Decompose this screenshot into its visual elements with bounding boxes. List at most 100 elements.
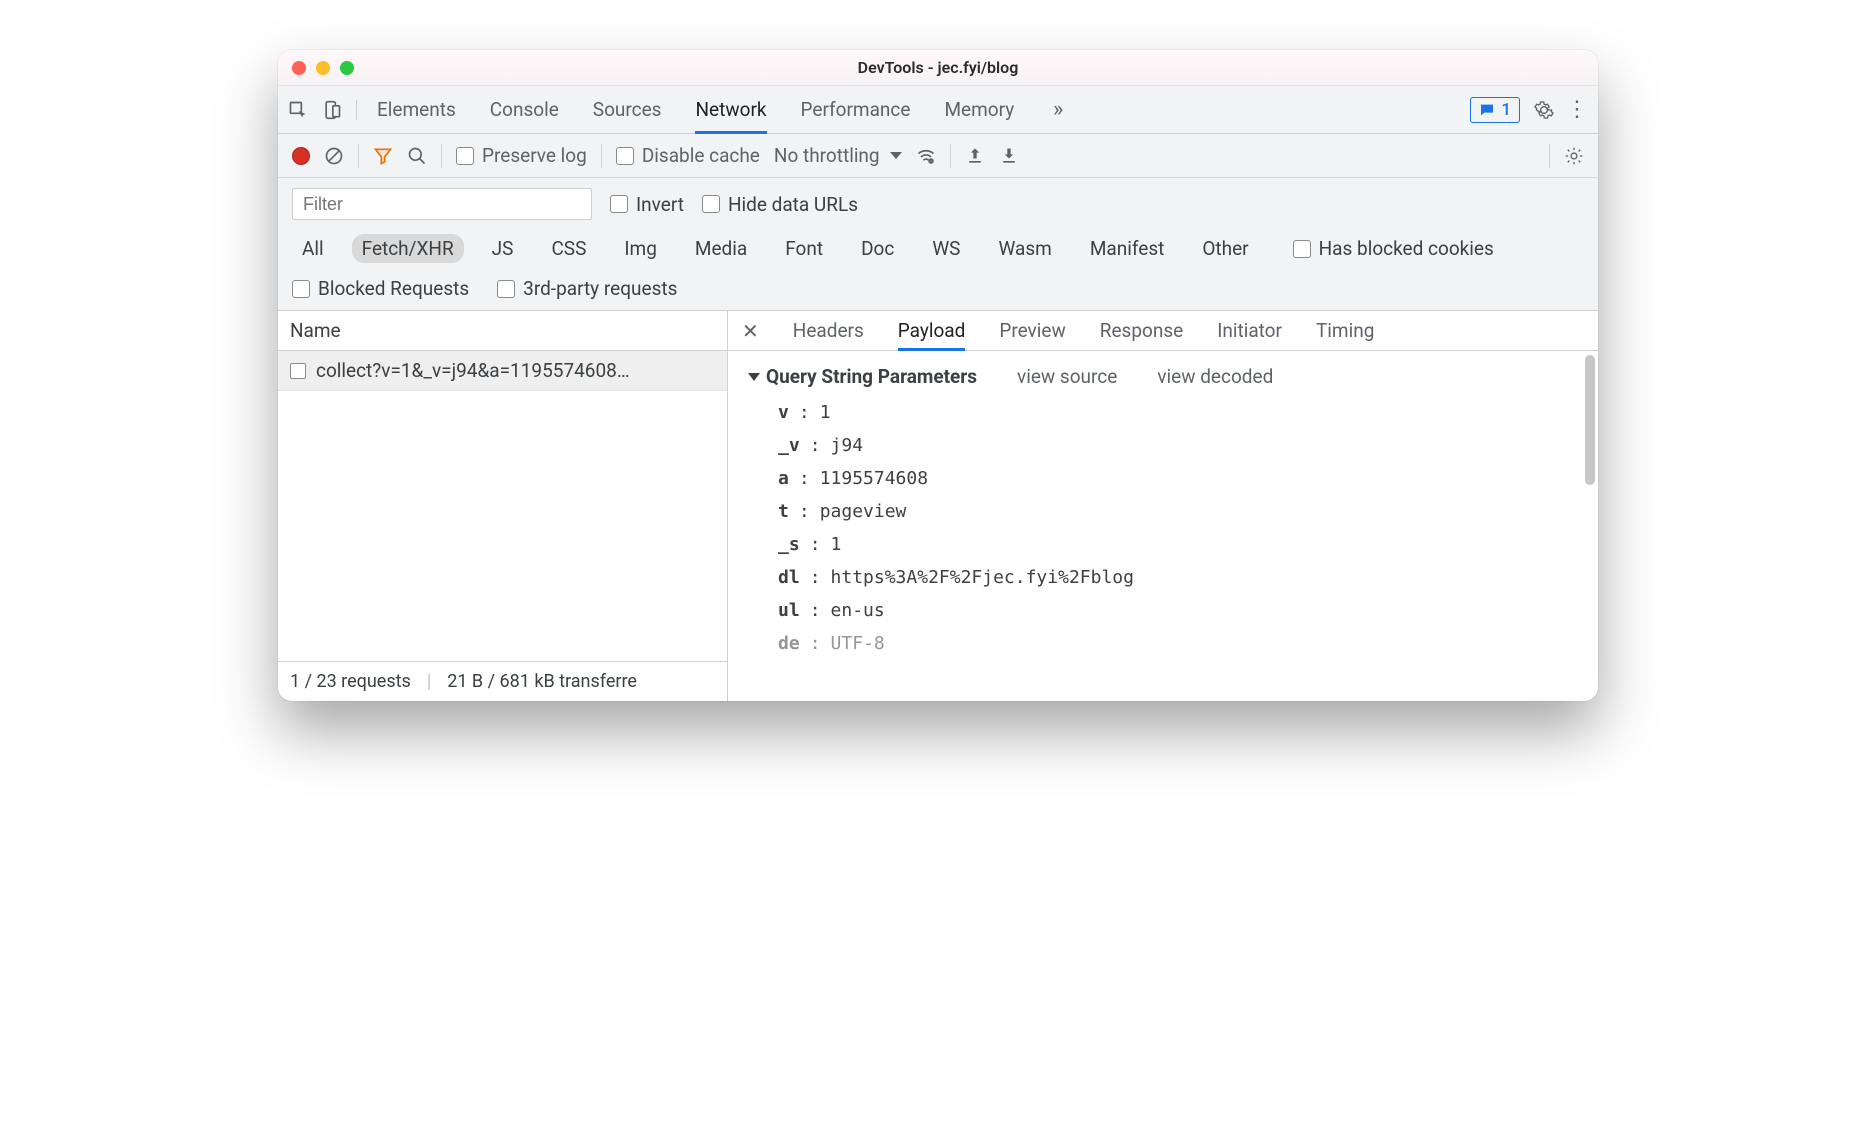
disclosure-triangle-icon [748, 373, 760, 381]
third-party-label: 3rd-party requests [523, 277, 677, 300]
param-key: a [778, 468, 789, 489]
invert-label: Invert [636, 193, 684, 216]
has-blocked-cookies-label: Has blocked cookies [1319, 237, 1494, 260]
checkbox-icon [292, 280, 310, 298]
param-value: UTF-8 [831, 633, 885, 654]
view-source-link[interactable]: view source [1017, 365, 1117, 388]
disable-cache-checkbox[interactable]: Disable cache [616, 144, 760, 167]
type-filter-chips: All Fetch/XHR JS CSS Img Media Font Doc … [292, 234, 1584, 263]
checkbox-icon [456, 147, 474, 165]
throttling-dropdown[interactable]: No throttling [774, 144, 902, 167]
network-settings-gear-icon[interactable] [1564, 146, 1584, 166]
footer-size: 21 B / 681 kB transferre [447, 671, 637, 692]
disable-cache-label: Disable cache [642, 144, 760, 167]
detail-tabs: ✕ Headers Payload Preview Response Initi… [728, 311, 1598, 351]
export-har-icon[interactable] [999, 146, 1019, 166]
import-har-icon[interactable] [965, 146, 985, 166]
network-filter-row: Invert Hide data URLs All Fetch/XHR JS C… [278, 178, 1598, 311]
request-row[interactable]: collect?v=1&_v=j94&a=1195574608… [278, 351, 727, 391]
has-blocked-cookies-checkbox[interactable]: Has blocked cookies [1293, 237, 1494, 260]
search-icon[interactable] [407, 146, 427, 166]
param-value: pageview [820, 501, 907, 522]
detail-tab-initiator[interactable]: Initiator [1217, 311, 1282, 350]
invert-checkbox[interactable]: Invert [610, 193, 684, 216]
param-value: https%3A%2F%2Fjec.fyi%2Fblog [831, 567, 1134, 588]
detail-tab-payload[interactable]: Payload [898, 311, 966, 350]
chip-img[interactable]: Img [614, 234, 667, 263]
requests-list: collect?v=1&_v=j94&a=1195574608… [278, 351, 727, 661]
preserve-log-checkbox[interactable]: Preserve log [456, 144, 587, 167]
network-toolbar: Preserve log Disable cache No throttling [278, 134, 1598, 178]
filter-funnel-icon[interactable] [373, 146, 393, 166]
param-value: 1 [820, 402, 831, 423]
network-conditions-icon[interactable] [916, 146, 936, 166]
kebab-menu-icon[interactable]: ⋮ [1568, 100, 1588, 120]
preserve-log-label: Preserve log [482, 144, 587, 167]
chip-media[interactable]: Media [685, 234, 757, 263]
chip-fetch-xhr[interactable]: Fetch/XHR [352, 234, 464, 263]
chip-css[interactable]: CSS [541, 234, 596, 263]
detail-tab-headers[interactable]: Headers [793, 311, 864, 350]
tab-elements[interactable]: Elements [377, 86, 456, 133]
hide-data-urls-label: Hide data URLs [728, 193, 858, 216]
query-params-title-text: Query String Parameters [766, 365, 977, 388]
chip-doc[interactable]: Doc [851, 234, 904, 263]
query-param-row: a:1195574608 [778, 468, 1578, 489]
hide-data-urls-checkbox[interactable]: Hide data URLs [702, 193, 858, 216]
checkbox-icon [610, 195, 628, 213]
detail-column: ✕ Headers Payload Preview Response Initi… [728, 311, 1598, 701]
filter-input[interactable] [292, 188, 592, 220]
tab-memory[interactable]: Memory [944, 86, 1014, 133]
detail-tab-response[interactable]: Response [1100, 311, 1183, 350]
chip-js[interactable]: JS [482, 234, 524, 263]
window-maximize-button[interactable] [340, 61, 354, 75]
window-close-button[interactable] [292, 61, 306, 75]
separator [441, 144, 442, 168]
view-decoded-link[interactable]: view decoded [1157, 365, 1273, 388]
chip-font[interactable]: Font [775, 234, 833, 263]
chip-wasm[interactable]: Wasm [988, 234, 1061, 263]
detail-body: Query String Parameters view source view… [728, 351, 1598, 701]
detail-tab-timing[interactable]: Timing [1316, 311, 1374, 350]
blocked-requests-checkbox[interactable]: Blocked Requests [292, 277, 469, 300]
query-param-row: _s:1 [778, 534, 1578, 555]
tab-sources[interactable]: Sources [593, 86, 662, 133]
query-param-row: ul:en-us [778, 600, 1578, 621]
throttling-value: No throttling [774, 144, 880, 167]
tab-console[interactable]: Console [490, 86, 559, 133]
chip-other[interactable]: Other [1192, 234, 1258, 263]
param-key: t [778, 501, 789, 522]
window-minimize-button[interactable] [316, 61, 330, 75]
requests-header[interactable]: Name [278, 311, 727, 351]
detail-tab-preview[interactable]: Preview [999, 311, 1065, 350]
separator [358, 144, 359, 168]
titlebar: DevTools - jec.fyi/blog [278, 50, 1598, 86]
param-key: _v [778, 435, 800, 456]
separator [601, 144, 602, 168]
third-party-checkbox[interactable]: 3rd-party requests [497, 277, 677, 300]
panel-tabs-list: Elements Console Sources Network Perform… [377, 86, 1068, 133]
clear-icon[interactable] [324, 146, 344, 166]
tab-performance[interactable]: Performance [801, 86, 911, 133]
tab-network[interactable]: Network [695, 86, 766, 133]
record-button[interactable] [292, 147, 310, 165]
query-params-title[interactable]: Query String Parameters [748, 365, 977, 388]
inspect-element-icon[interactable] [288, 100, 308, 120]
tab-label: Sources [593, 98, 662, 121]
query-param-row: _v:j94 [778, 435, 1578, 456]
requests-footer: 1 / 23 requests | 21 B / 681 kB transfer… [278, 661, 727, 701]
chip-manifest[interactable]: Manifest [1080, 234, 1175, 263]
separator [950, 144, 951, 168]
param-key: ul [778, 600, 800, 621]
close-detail-icon[interactable]: ✕ [742, 319, 759, 343]
footer-count: 1 / 23 requests [290, 671, 411, 692]
query-params-section-head: Query String Parameters view source view… [748, 365, 1578, 388]
device-toggle-icon[interactable] [322, 100, 342, 120]
chip-all[interactable]: All [292, 234, 334, 263]
window-title: DevTools - jec.fyi/blog [278, 58, 1598, 77]
chip-ws[interactable]: WS [922, 234, 970, 263]
settings-gear-icon[interactable] [1534, 100, 1554, 120]
more-tabs-chevron-icon[interactable]: » [1048, 100, 1068, 120]
scrollbar[interactable] [1585, 355, 1595, 485]
messages-badge[interactable]: 1 [1470, 97, 1520, 123]
